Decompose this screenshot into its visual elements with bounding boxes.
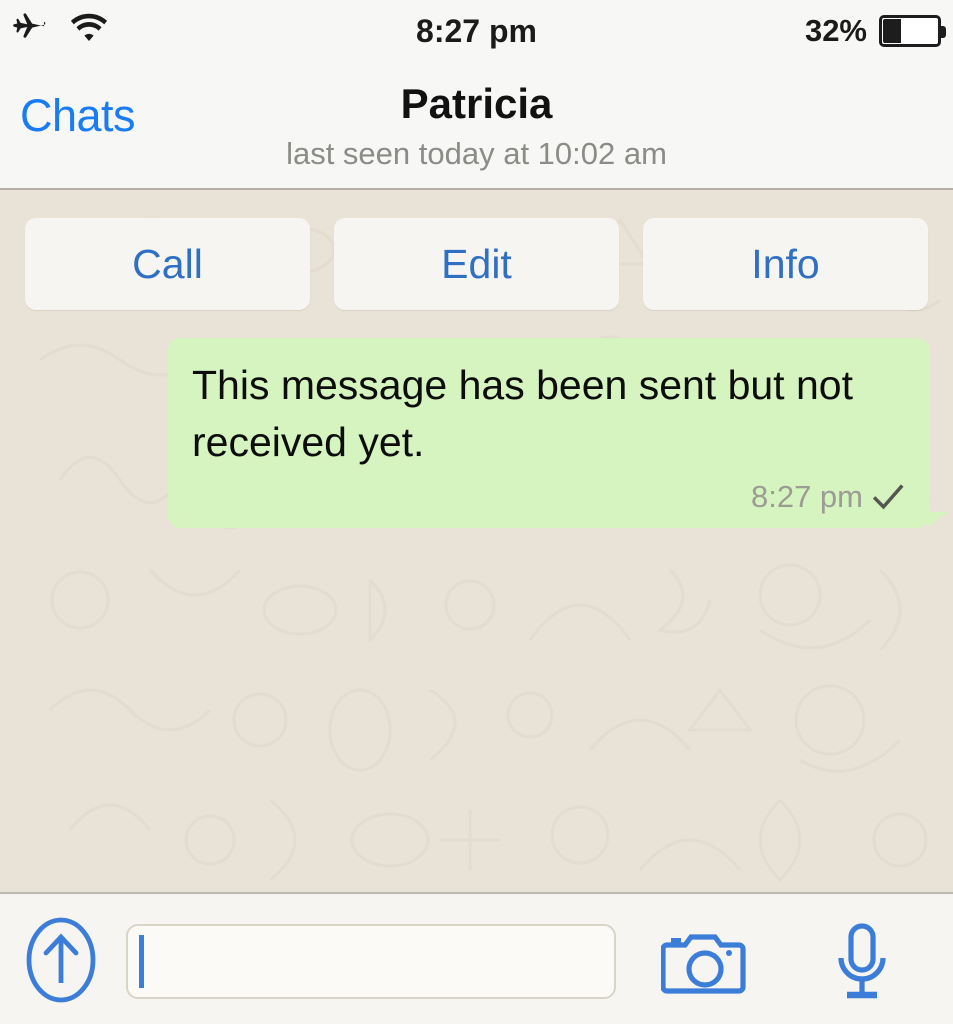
circle-up-arrow-icon[interactable] (22, 916, 100, 1004)
single-check-icon (872, 481, 904, 513)
message-list: This message has been sent but not recei… (0, 338, 953, 529)
info-button[interactable]: Info (643, 218, 928, 310)
microphone-icon[interactable] (812, 919, 912, 1005)
camera-icon[interactable] (655, 919, 755, 1005)
battery-fill (883, 19, 901, 43)
message-text-input[interactable] (126, 924, 616, 999)
last-seen-status: last seen today at 10:02 am (286, 136, 667, 171)
message-text: This message has been sent but not recei… (192, 362, 853, 465)
battery-percent-label: 32% (804, 13, 867, 48)
conversation-area[interactable]: Call Edit Info This message has been sen… (0, 190, 953, 892)
text-cursor (139, 935, 144, 988)
page-title[interactable]: Patricia (0, 80, 953, 128)
whatsapp-chat-screen: 8:27 pm 32% Chats Patricia last seen tod… (0, 0, 953, 1024)
call-button[interactable]: Call (25, 218, 310, 310)
outgoing-message-bubble[interactable]: This message has been sent but not recei… (168, 338, 947, 529)
navigation-bar: Chats Patricia last seen today at 10:02 … (0, 62, 953, 190)
message-timestamp: 8:27 pm (750, 479, 863, 515)
status-bar-right-icons: 32% (804, 0, 946, 62)
quick-action-buttons: Call Edit Info (25, 218, 928, 310)
message-meta: 8:27 pm (192, 479, 906, 515)
bubble-tail (927, 512, 947, 529)
battery-nub (940, 26, 946, 38)
status-bar: 8:27 pm 32% (0, 0, 953, 62)
edit-button[interactable]: Edit (334, 218, 619, 310)
battery-icon (879, 15, 946, 47)
message-input-bar (0, 892, 953, 1024)
